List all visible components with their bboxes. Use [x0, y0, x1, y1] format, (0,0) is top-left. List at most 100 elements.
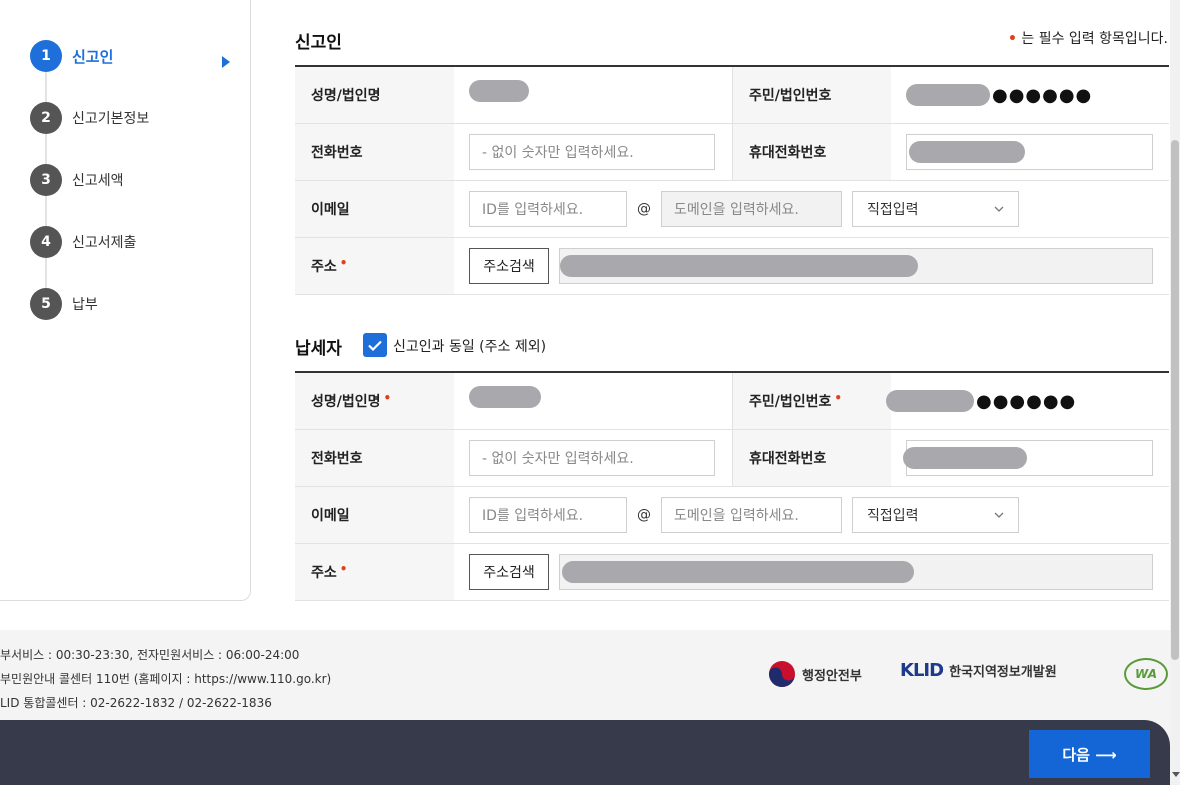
id-number-masked: ●●●●●● — [992, 84, 1093, 106]
step-label: 신고기본정보 — [72, 111, 150, 127]
phone-cell: - 없이 숫자만 입력하세요. — [454, 124, 732, 180]
taxpayer-row-email: 이메일 ID를 입력하세요. @ 도메인을 입력하세요. 직접입력 — [295, 487, 1169, 544]
required-mark: • — [383, 391, 392, 405]
required-mark: • — [834, 391, 843, 405]
address-cell: 주소검색 — [454, 238, 1169, 294]
required-mark: • — [339, 256, 348, 270]
footer-callcenter: 부민원안내 콜센터 110번 (홈페이지 : https://www.110.g… — [0, 672, 332, 686]
address-label: 주소 • — [295, 544, 454, 600]
name-label: 성명/법인명 • — [295, 373, 454, 429]
address-search-button[interactable]: 주소검색 — [469, 554, 549, 590]
at-sign: @ — [637, 507, 651, 523]
address-label: 주소 • — [295, 238, 454, 294]
phone-cell: - 없이 숫자만 입력하세요. — [454, 430, 732, 486]
redacted-name — [469, 80, 529, 102]
mois-logo[interactable]: 행정안전부 — [768, 660, 862, 688]
id-number-label: 주민/법인번호 — [732, 67, 891, 123]
email-domain-select[interactable]: 직접입력 — [852, 497, 1019, 533]
redacted-address — [560, 255, 918, 277]
chevron-down-icon — [994, 206, 1004, 212]
step-2[interactable]: 2 신고기본정보 — [30, 102, 149, 134]
address-cell: 주소검색 — [454, 544, 1169, 600]
next-button[interactable]: 다음 ⟶ — [1029, 730, 1150, 778]
redacted-id — [886, 390, 974, 412]
phone-input[interactable]: - 없이 숫자만 입력하세요. — [469, 440, 715, 476]
email-domain-input[interactable]: 도메인을 입력하세요. — [661, 191, 842, 227]
mobile-input[interactable] — [906, 134, 1153, 170]
address-search-button[interactable]: 주소검색 — [469, 248, 549, 284]
email-cell: ID를 입력하세요. @ 도메인을 입력하세요. 직접입력 — [454, 487, 1169, 543]
scroll-down-arrow-icon[interactable] — [1172, 772, 1180, 777]
taxpayer-form-table: 성명/법인명 • 주민/법인번호 • ●●●●●● 전화번호 - 없이 숫자만 … — [295, 371, 1169, 601]
same-as-reporter-checkbox[interactable] — [363, 333, 387, 357]
step-3[interactable]: 3 신고세액 — [30, 164, 124, 196]
step-5[interactable]: 5 납부 — [30, 288, 98, 320]
email-id-input[interactable]: ID를 입력하세요. — [469, 497, 627, 533]
scrollbar-thumb[interactable] — [1171, 140, 1179, 660]
bottom-action-bar — [0, 720, 1170, 785]
phone-input[interactable]: - 없이 숫자만 입력하세요. — [469, 134, 715, 170]
active-step-arrow-icon — [222, 56, 230, 68]
reporter-row-email: 이메일 ID를 입력하세요. @ 도메인을 입력하세요. 직접입력 — [295, 181, 1169, 238]
email-id-input[interactable]: ID를 입력하세요. — [469, 191, 627, 227]
phone-label: 전화번호 — [295, 124, 454, 180]
email-label: 이메일 — [295, 487, 454, 543]
id-number-value: ●●●●●● — [891, 67, 1169, 123]
klid-logo-text: 한국지역정보개발원 — [949, 665, 1057, 680]
mobile-label: 휴대전화번호 — [732, 124, 891, 180]
redacted-mobile — [909, 141, 1025, 163]
step-number: 2 — [30, 102, 62, 134]
taxpayer-row-address: 주소 • 주소검색 — [295, 544, 1169, 601]
email-label: 이메일 — [295, 181, 454, 237]
domain-select-value: 직접입력 — [867, 202, 919, 218]
step-label: 신고인 — [72, 47, 114, 66]
name-value — [454, 373, 732, 429]
wa-badge: WA — [1124, 658, 1168, 690]
required-note-text: 는 필수 입력 항목입니다. — [1021, 31, 1168, 47]
email-domain-select[interactable]: 직접입력 — [852, 191, 1019, 227]
address-label-text: 주소 — [311, 565, 337, 581]
taxpayer-row-phone: 전화번호 - 없이 숫자만 입력하세요. 휴대전화번호 — [295, 430, 1169, 487]
step-4[interactable]: 4 신고서제출 — [30, 226, 136, 258]
address-label-text: 주소 — [311, 259, 337, 275]
redacted-mobile — [903, 447, 1027, 469]
at-sign: @ — [637, 201, 651, 217]
address-input[interactable] — [559, 554, 1153, 590]
step-label: 납부 — [72, 297, 98, 313]
required-mark: • — [1007, 31, 1017, 47]
required-mark: • — [339, 562, 348, 576]
mobile-input[interactable] — [903, 440, 1153, 476]
footer-service-hours: 부서비스 : 00:30-23:30, 전자민원서비스 : 06:00-24:0… — [0, 648, 300, 662]
step-number: 5 — [30, 288, 62, 320]
id-number-label-text: 주민/법인번호 — [749, 394, 832, 410]
reporter-form-table: 성명/법인명 주민/법인번호 ●●●●●● 전화번호 - 없이 숫자만 입력하세… — [295, 65, 1169, 295]
id-number-masked: ●●●●●● — [976, 390, 1077, 412]
taxpayer-section-title: 납세자 — [295, 339, 342, 359]
step-label: 신고세액 — [72, 173, 124, 189]
reporter-row-address: 주소 • 주소검색 — [295, 238, 1169, 295]
mobile-label: 휴대전화번호 — [732, 430, 891, 486]
klid-mark: KLID — [900, 660, 944, 681]
address-input[interactable] — [559, 248, 1153, 284]
name-label: 성명/법인명 — [295, 67, 454, 123]
same-as-reporter-label[interactable]: 신고인과 동일 (주소 제외) — [393, 336, 546, 356]
web-accessibility-mark: WA — [1124, 658, 1168, 690]
id-number-value: ●●●●●● — [886, 373, 1169, 429]
check-icon — [368, 340, 382, 351]
email-domain-input[interactable]: 도메인을 입력하세요. — [661, 497, 842, 533]
email-cell: ID를 입력하세요. @ 도메인을 입력하세요. 직접입력 — [454, 181, 1169, 237]
redacted-id — [906, 84, 990, 106]
mois-logo-text: 행정안전부 — [802, 668, 862, 684]
reporter-row-phone: 전화번호 - 없이 숫자만 입력하세요. 휴대전화번호 — [295, 124, 1169, 181]
step-label: 신고서제출 — [72, 235, 137, 251]
redacted-name — [469, 386, 541, 408]
step-number: 3 — [30, 164, 62, 196]
name-value — [454, 67, 732, 123]
reporter-row-name: 성명/법인명 주민/법인번호 ●●●●●● — [295, 67, 1169, 124]
name-label-text: 성명/법인명 — [311, 394, 381, 410]
step-1[interactable]: 1 신고인 — [30, 40, 113, 72]
chevron-down-icon — [994, 512, 1004, 518]
klid-logo[interactable]: KLID 한국지역정보개발원 — [900, 660, 1057, 681]
reporter-section-title: 신고인 — [295, 33, 342, 53]
step-number: 4 — [30, 226, 62, 258]
